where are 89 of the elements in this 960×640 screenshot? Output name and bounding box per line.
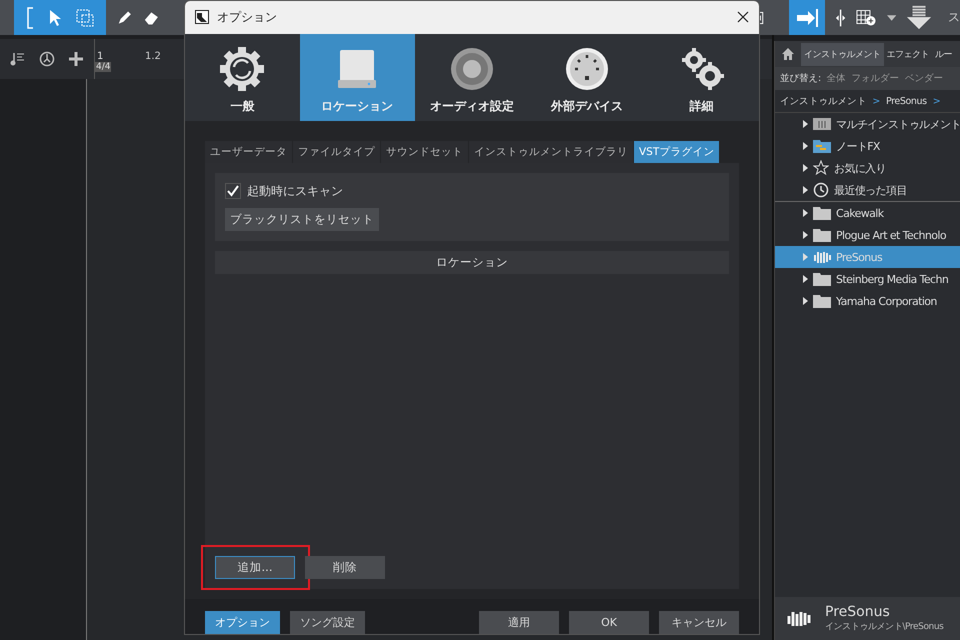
- browser-item[interactable]: Plogue Art et Technolo: [775, 224, 960, 246]
- checkbox-label: 起動時にスキャン: [247, 182, 343, 200]
- expand-arrow-icon[interactable]: [803, 120, 808, 128]
- sort-option[interactable]: ベンダー: [905, 72, 944, 85]
- footer-tab-button[interactable]: ソング設定: [290, 611, 365, 634]
- item-label: お気に入り: [834, 160, 886, 176]
- breadcrumb-item[interactable]: インストゥルメント: [780, 94, 866, 108]
- waveform-logo-icon: [813, 250, 831, 264]
- bar-number: 1: [97, 51, 104, 62]
- plus-icon[interactable]: [68, 51, 84, 67]
- speaker-icon: [448, 46, 495, 92]
- arrow-right-icon[interactable]: [795, 8, 820, 28]
- list-header: ロケーション: [215, 250, 729, 274]
- browser-item[interactable]: Steinberg Media Techn: [775, 268, 960, 290]
- preset-path: インストゥルメント\PreSonus: [825, 621, 944, 633]
- grid-icon[interactable]: [856, 8, 877, 28]
- expand-arrow-icon[interactable]: [803, 275, 808, 283]
- folder-icon: [813, 272, 831, 286]
- browser-tab[interactable]: インストゥルメント: [801, 42, 884, 66]
- settings-tab[interactable]: サウンドセット: [381, 140, 468, 163]
- range-tool-icon[interactable]: [76, 8, 94, 26]
- checkbox[interactable]: [225, 183, 241, 200]
- app-icon: [195, 10, 209, 24]
- toolbar-label[interactable]: ス: [948, 9, 960, 26]
- note-list-icon[interactable]: [10, 51, 26, 67]
- dialog-button[interactable]: OK: [569, 611, 649, 634]
- expand-arrow-icon[interactable]: [803, 186, 808, 194]
- pencil-icon[interactable]: [116, 8, 133, 26]
- folder-icon: [813, 206, 831, 220]
- folder-icon: [813, 139, 831, 153]
- dialog-button[interactable]: キャンセル: [659, 611, 739, 634]
- bracket-icon[interactable]: [26, 6, 34, 28]
- sort-option[interactable]: フォルダー: [852, 72, 900, 85]
- item-label: Yamaha Corporation: [836, 294, 937, 308]
- midi-port-icon: [564, 46, 610, 92]
- browser-item[interactable]: お気に入り: [775, 157, 960, 179]
- item-label: Plogue Art et Technolo: [836, 228, 946, 242]
- download-arrow-icon[interactable]: [906, 4, 932, 30]
- settings-tab[interactable]: インストゥルメントライブラリ: [469, 140, 633, 163]
- settings-tab[interactable]: VSTプラグイン: [634, 140, 720, 163]
- list-button[interactable]: 追加...: [215, 556, 295, 579]
- arrow-tool-icon[interactable]: [48, 8, 62, 26]
- browser-item[interactable]: マルチインストゥルメント: [775, 113, 960, 135]
- category-tab[interactable]: 外部デバイス: [529, 34, 644, 121]
- time-signature: 4/4: [95, 62, 112, 72]
- preset-name: PreSonus: [825, 604, 891, 620]
- item-label: マルチインストゥルメント: [836, 116, 960, 132]
- browser-item[interactable]: ノートFX: [775, 135, 960, 157]
- list-button[interactable]: 削除: [305, 556, 385, 579]
- breadcrumb-item[interactable]: PreSonus: [886, 96, 927, 106]
- expand-arrow-icon[interactable]: [803, 231, 808, 239]
- item-label: Cakewalk: [836, 206, 884, 220]
- item-label: ノートFX: [836, 138, 880, 154]
- item-label: Steinberg Media Techn: [836, 272, 948, 286]
- expand-arrow-icon[interactable]: [803, 142, 808, 150]
- folder-icon: [813, 294, 831, 308]
- sort-label: 並び替え:: [780, 72, 821, 85]
- close-icon[interactable]: [737, 11, 749, 24]
- folder-icon: [813, 228, 831, 242]
- browser-tab[interactable]: ルー: [932, 42, 955, 66]
- keyboard-icon: [813, 118, 831, 130]
- home-icon[interactable]: [781, 47, 795, 61]
- split-icon[interactable]: [835, 8, 846, 28]
- expand-arrow-icon[interactable]: [803, 297, 808, 305]
- category-tab[interactable]: 詳細: [644, 34, 759, 121]
- browser-tab[interactable]: エフェクト: [884, 42, 932, 66]
- breadcrumb-separator: >: [932, 96, 940, 106]
- category-tab[interactable]: オーディオ設定: [414, 34, 530, 121]
- waveform-logo-icon: [787, 610, 813, 628]
- item-label: 最近使った項目: [834, 182, 907, 198]
- sort-option[interactable]: 全体: [826, 72, 846, 85]
- dialog-button[interactable]: 適用: [479, 611, 559, 634]
- breadcrumb-separator: >: [872, 96, 880, 106]
- star-icon: [813, 160, 829, 176]
- reset-blacklist-button[interactable]: ブラックリストをリセット: [225, 208, 379, 231]
- gear-icon: [219, 46, 266, 92]
- settings-tab[interactable]: ファイルタイプ: [293, 140, 380, 163]
- browser-item[interactable]: Yamaha Corporation: [775, 290, 960, 312]
- window-title: オプション: [217, 8, 277, 26]
- settings-tab[interactable]: ユーザーデータ: [205, 140, 292, 163]
- bar-number: 1.2: [145, 51, 161, 62]
- item-label: PreSonus: [836, 250, 882, 264]
- expand-arrow-icon[interactable]: [803, 164, 808, 172]
- browser-item[interactable]: Cakewalk: [775, 202, 960, 224]
- browser-item[interactable]: 最近使った項目: [775, 179, 960, 201]
- category-tab[interactable]: 一般: [185, 34, 300, 121]
- footer-tab-button[interactable]: オプション: [205, 611, 280, 634]
- expand-arrow-icon[interactable]: [803, 209, 808, 217]
- dropdown-caret-icon[interactable]: [886, 14, 896, 20]
